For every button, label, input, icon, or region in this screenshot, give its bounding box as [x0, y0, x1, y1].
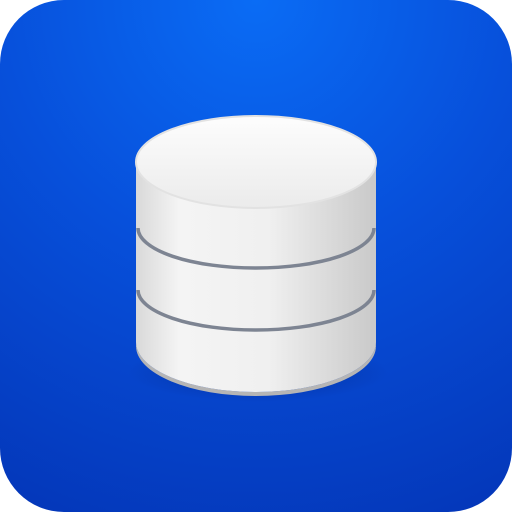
database-icon: [128, 115, 388, 402]
database-app-icon[interactable]: [0, 0, 512, 512]
